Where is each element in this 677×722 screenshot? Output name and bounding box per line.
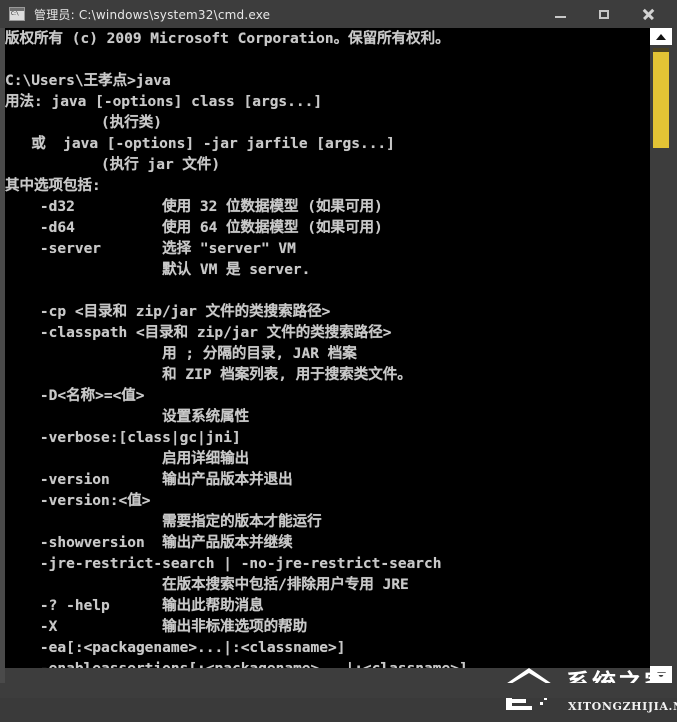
console-client-area: 版权所有 (c) 2009 Microsoft Corporation。保留所有…: [0, 28, 677, 713]
console-output-area[interactable]: 版权所有 (c) 2009 Microsoft Corporation。保留所有…: [5, 28, 650, 668]
scrollbar-up-button[interactable]: [650, 28, 672, 45]
scrollbar-thumb[interactable]: [653, 48, 669, 148]
console-scrollbar[interactable]: [650, 28, 672, 683]
cmd-window: 管理员: C:\windows\system32\cmd.exe 版权所有 (c…: [0, 0, 677, 713]
maximize-button[interactable]: [587, 0, 621, 28]
scrollbar-down-button[interactable]: [650, 666, 672, 683]
close-button[interactable]: [631, 0, 665, 28]
scroll-down-arrow-icon: [656, 671, 666, 678]
close-icon: [642, 8, 654, 20]
scrollbar-track[interactable]: [650, 45, 672, 666]
minimize-icon: [554, 16, 566, 18]
console-output-text: 版权所有 (c) 2009 Microsoft Corporation。保留所有…: [5, 31, 468, 668]
watermark-latin-text: XITONGZHIJIA.NET: [568, 700, 677, 713]
title-bar[interactable]: 管理员: C:\windows\system32\cmd.exe: [0, 0, 677, 28]
cmd-console-icon: [9, 7, 25, 21]
scrollbar-thumb-cap: [653, 48, 669, 52]
window-bottom-border: [0, 683, 677, 698]
minimize-button[interactable]: [543, 0, 577, 28]
maximize-icon: [599, 9, 609, 19]
scroll-up-arrow-icon: [656, 33, 666, 40]
window-title: 管理员: C:\windows\system32\cmd.exe: [34, 7, 271, 22]
